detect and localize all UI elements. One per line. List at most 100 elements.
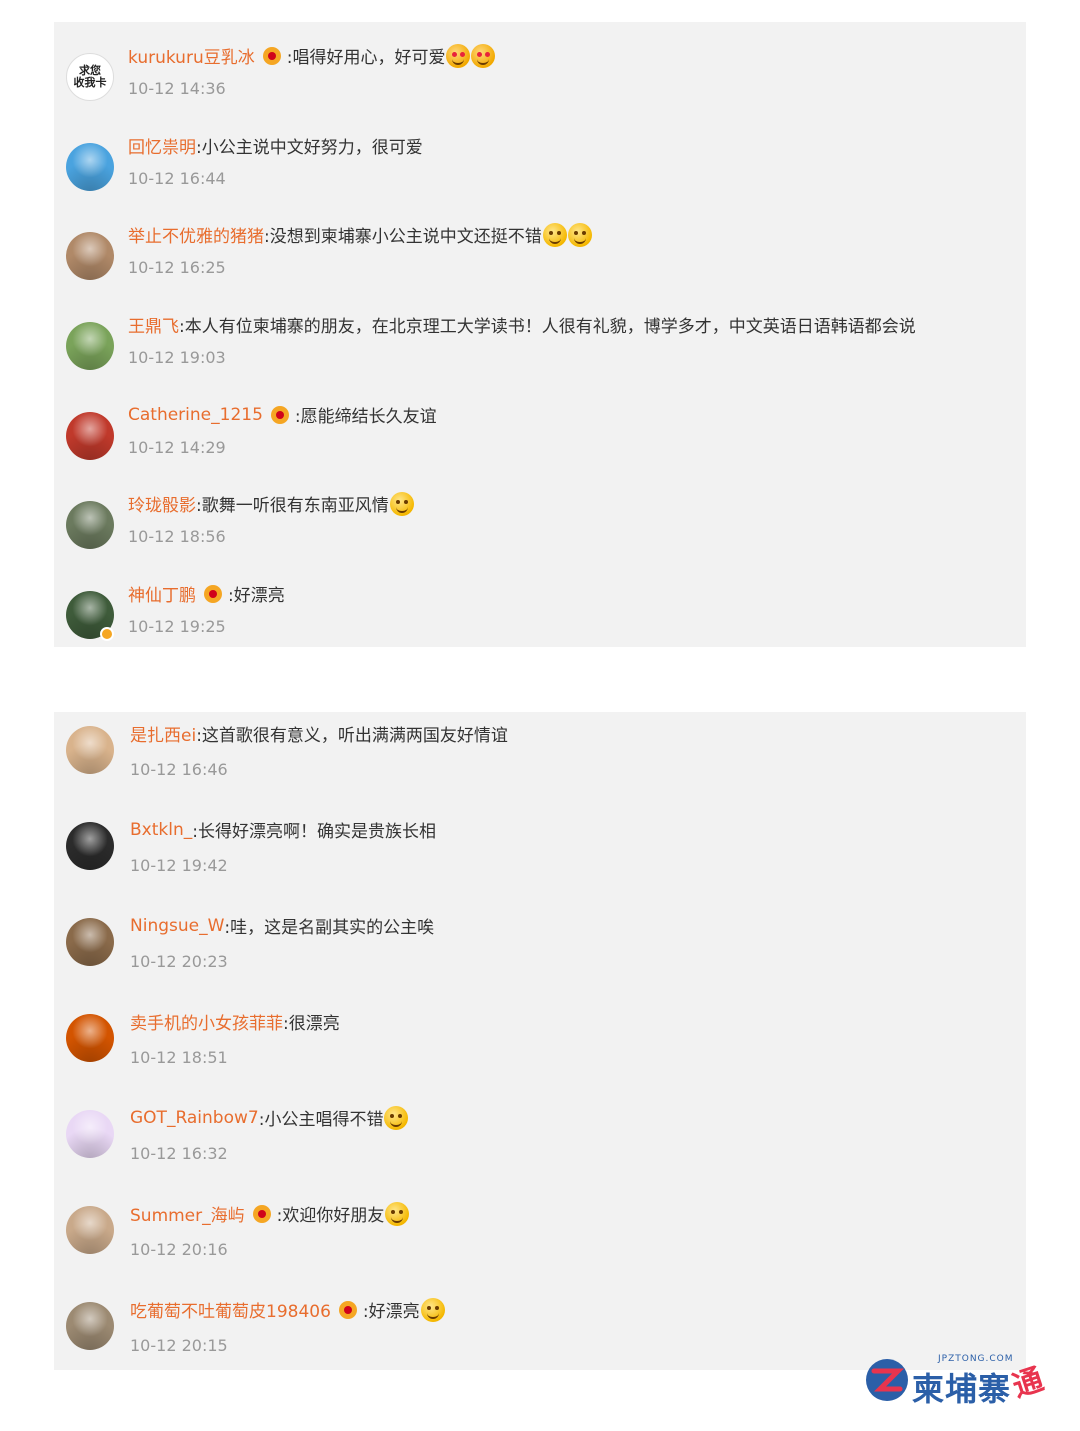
comment-text: :哇，这是名副其实的公主唉: [224, 918, 435, 938]
avatar[interactable]: [66, 143, 114, 191]
username-link[interactable]: 卖手机的小女孩菲菲: [130, 1009, 283, 1034]
avatar[interactable]: [66, 918, 114, 966]
avatar-image: [66, 1014, 114, 1062]
avatar-image: [66, 143, 114, 191]
avatar[interactable]: [66, 501, 114, 549]
avatar[interactable]: 求您 收我卡: [66, 53, 114, 101]
avatar-image: [66, 1302, 114, 1350]
avatar[interactable]: [66, 1302, 114, 1350]
smile-emoji-icon: [420, 1297, 445, 1322]
avatar-image: [66, 726, 114, 774]
hug-emoji-icon: [385, 1201, 410, 1226]
username-link[interactable]: Bxtkln_: [130, 820, 192, 840]
comment-text: :歌舞一听很有东南亚风情: [196, 496, 389, 516]
comment-timestamp: 10-12 20:23: [130, 952, 228, 971]
comment-line: Summer_海屿 :欢迎你好朋友: [130, 1201, 410, 1226]
comment-text: :没想到柬埔寨小公主说中文还挺不错: [264, 227, 542, 247]
comment-panel-1: 求您 收我卡 kurukuru豆乳冰 :唱得好用心，好可爱 10-12 14:36 回忆…: [54, 22, 1026, 647]
comment-timestamp: 10-12 18:56: [128, 527, 226, 546]
heart-eyes-emoji-icon: [446, 43, 471, 68]
comment-line: 回忆祟明:小公主说中文好努力，很可爱: [128, 133, 423, 158]
verified-badge-icon: [100, 627, 114, 641]
username-link[interactable]: 神仙丁鹏: [128, 581, 196, 606]
comment-text: :欢迎你好朋友: [276, 1206, 385, 1226]
comment-panel-2: 是扎西ei:这首歌很有意义，听出满满两国友好情谊 10-12 16:46 Bxtkl…: [54, 712, 1026, 1370]
comment-text: :唱得好用心，好可爱: [286, 48, 446, 68]
comment-timestamp: 10-12 16:46: [130, 760, 228, 779]
avatar-text: 求您 收我卡: [73, 64, 107, 89]
comment-line: Bxtkln_:长得好漂亮啊！确实是贵族长相: [130, 817, 436, 843]
avatar-image: [66, 412, 114, 460]
logo-mark-icon: [866, 1359, 908, 1401]
avatar[interactable]: [66, 726, 114, 774]
logo-domain: JPZTONG.COM: [938, 1354, 1014, 1364]
comment-line: 王鼎飞:本人有位柬埔寨的朋友，在北京理工大学读书！人很有礼貌，博学多才，中文英语…: [128, 312, 916, 337]
comment-line: Catherine_1215 :愿能缔结长久友谊: [128, 402, 437, 428]
username-link[interactable]: 玲珑骰影: [128, 491, 196, 516]
avatar-image: [66, 322, 114, 370]
avatar-image: [66, 1110, 114, 1158]
username-link[interactable]: GOT_Rainbow7: [130, 1108, 259, 1128]
username-link[interactable]: 吃葡萄不吐葡萄皮198406: [130, 1297, 331, 1322]
comment-timestamp: 10-12 14:29: [128, 438, 226, 457]
username-link[interactable]: kurukuru豆乳冰: [128, 43, 255, 68]
avatar[interactable]: [66, 822, 114, 870]
avatar-image: [66, 822, 114, 870]
username-link[interactable]: Summer_海屿: [130, 1201, 245, 1226]
member-badge-icon: [338, 1300, 357, 1319]
username-link[interactable]: 回忆祟明: [128, 133, 196, 158]
username-link[interactable]: Ningsue_W: [130, 916, 224, 936]
grin-emoji-icon: [389, 491, 414, 516]
logo-tong: 通: [1008, 1362, 1048, 1405]
comment-timestamp: 10-12 18:51: [130, 1048, 228, 1067]
comment-timestamp: 10-12 19:42: [130, 856, 228, 875]
comment-text: :小公主说中文好努力，很可爱: [196, 138, 423, 158]
avatar[interactable]: [66, 1014, 114, 1062]
username-link[interactable]: 举止不优雅的猪猪: [128, 222, 264, 247]
avatar[interactable]: [66, 1206, 114, 1254]
comment-line: GOT_Rainbow7:小公主唱得不错: [130, 1105, 409, 1130]
comment-timestamp: 10-12 20:16: [130, 1240, 228, 1259]
avatar-image: [66, 1206, 114, 1254]
avatar[interactable]: [66, 232, 114, 280]
username-link[interactable]: 王鼎飞: [128, 312, 179, 337]
member-badge-icon: [262, 46, 281, 65]
surprised-emoji-icon: [542, 222, 567, 247]
comment-line: 举止不优雅的猪猪:没想到柬埔寨小公主说中文还挺不错: [128, 222, 592, 247]
comment-text: :愿能缔结长久友谊: [294, 407, 437, 427]
comment-text: :长得好漂亮啊！确实是贵族长相: [192, 822, 436, 842]
comment-text: :小公主唱得不错: [258, 1110, 384, 1130]
comment-line: 玲珑骰影:歌舞一听很有东南亚风情: [128, 491, 414, 516]
comment-line: 神仙丁鹏:好漂亮: [128, 581, 285, 606]
comment-timestamp: 10-12 14:36: [128, 79, 226, 98]
comment-timestamp: 10-12 16:32: [130, 1144, 228, 1163]
member-badge-icon: [252, 1204, 271, 1223]
comment-line: 吃葡萄不吐葡萄皮198406 :好漂亮: [130, 1297, 445, 1322]
comment-line: 卖手机的小女孩菲菲:很漂亮: [130, 1009, 340, 1034]
comment-line: Ningsue_W:哇，这是名副其实的公主唉: [130, 913, 435, 939]
comment-text: :这首歌很有意义，听出满满两国友好情谊: [196, 726, 508, 746]
comment-text: :很漂亮: [283, 1014, 340, 1034]
comment-line: 是扎西ei:这首歌很有意义，听出满满两国友好情谊: [130, 721, 508, 746]
comment-line: kurukuru豆乳冰 :唱得好用心，好可爱: [128, 43, 496, 68]
comment-timestamp: 10-12 19:03: [128, 348, 226, 367]
comment-text: :好漂亮: [362, 1302, 420, 1322]
cheer-emoji-icon: [384, 1105, 409, 1130]
avatar[interactable]: [66, 412, 114, 460]
comment-timestamp: 10-12 19:25: [128, 617, 226, 636]
comment-timestamp: 10-12 16:44: [128, 169, 226, 188]
heart-eyes-emoji-icon: [471, 43, 496, 68]
comment-text: :本人有位柬埔寨的朋友，在北京理工大学读书！人很有礼貌，博学多才，中文英语日语韩…: [179, 317, 916, 337]
member-badge-icon: [270, 405, 289, 424]
avatar-image: [66, 232, 114, 280]
surprised-emoji-icon: [567, 222, 592, 247]
avatar[interactable]: [66, 1110, 114, 1158]
avatar[interactable]: [66, 322, 114, 370]
username-link[interactable]: Catherine_1215: [128, 405, 263, 425]
avatar-image: [66, 918, 114, 966]
username-link[interactable]: 是扎西ei: [130, 721, 196, 746]
comment-timestamp: 10-12 20:15: [130, 1336, 228, 1355]
site-logo: JPZTONG.COM 柬埔寨 通: [862, 1352, 1062, 1408]
member-badge-icon: [204, 584, 222, 603]
logo-text: 柬埔寨: [912, 1370, 1012, 1408]
